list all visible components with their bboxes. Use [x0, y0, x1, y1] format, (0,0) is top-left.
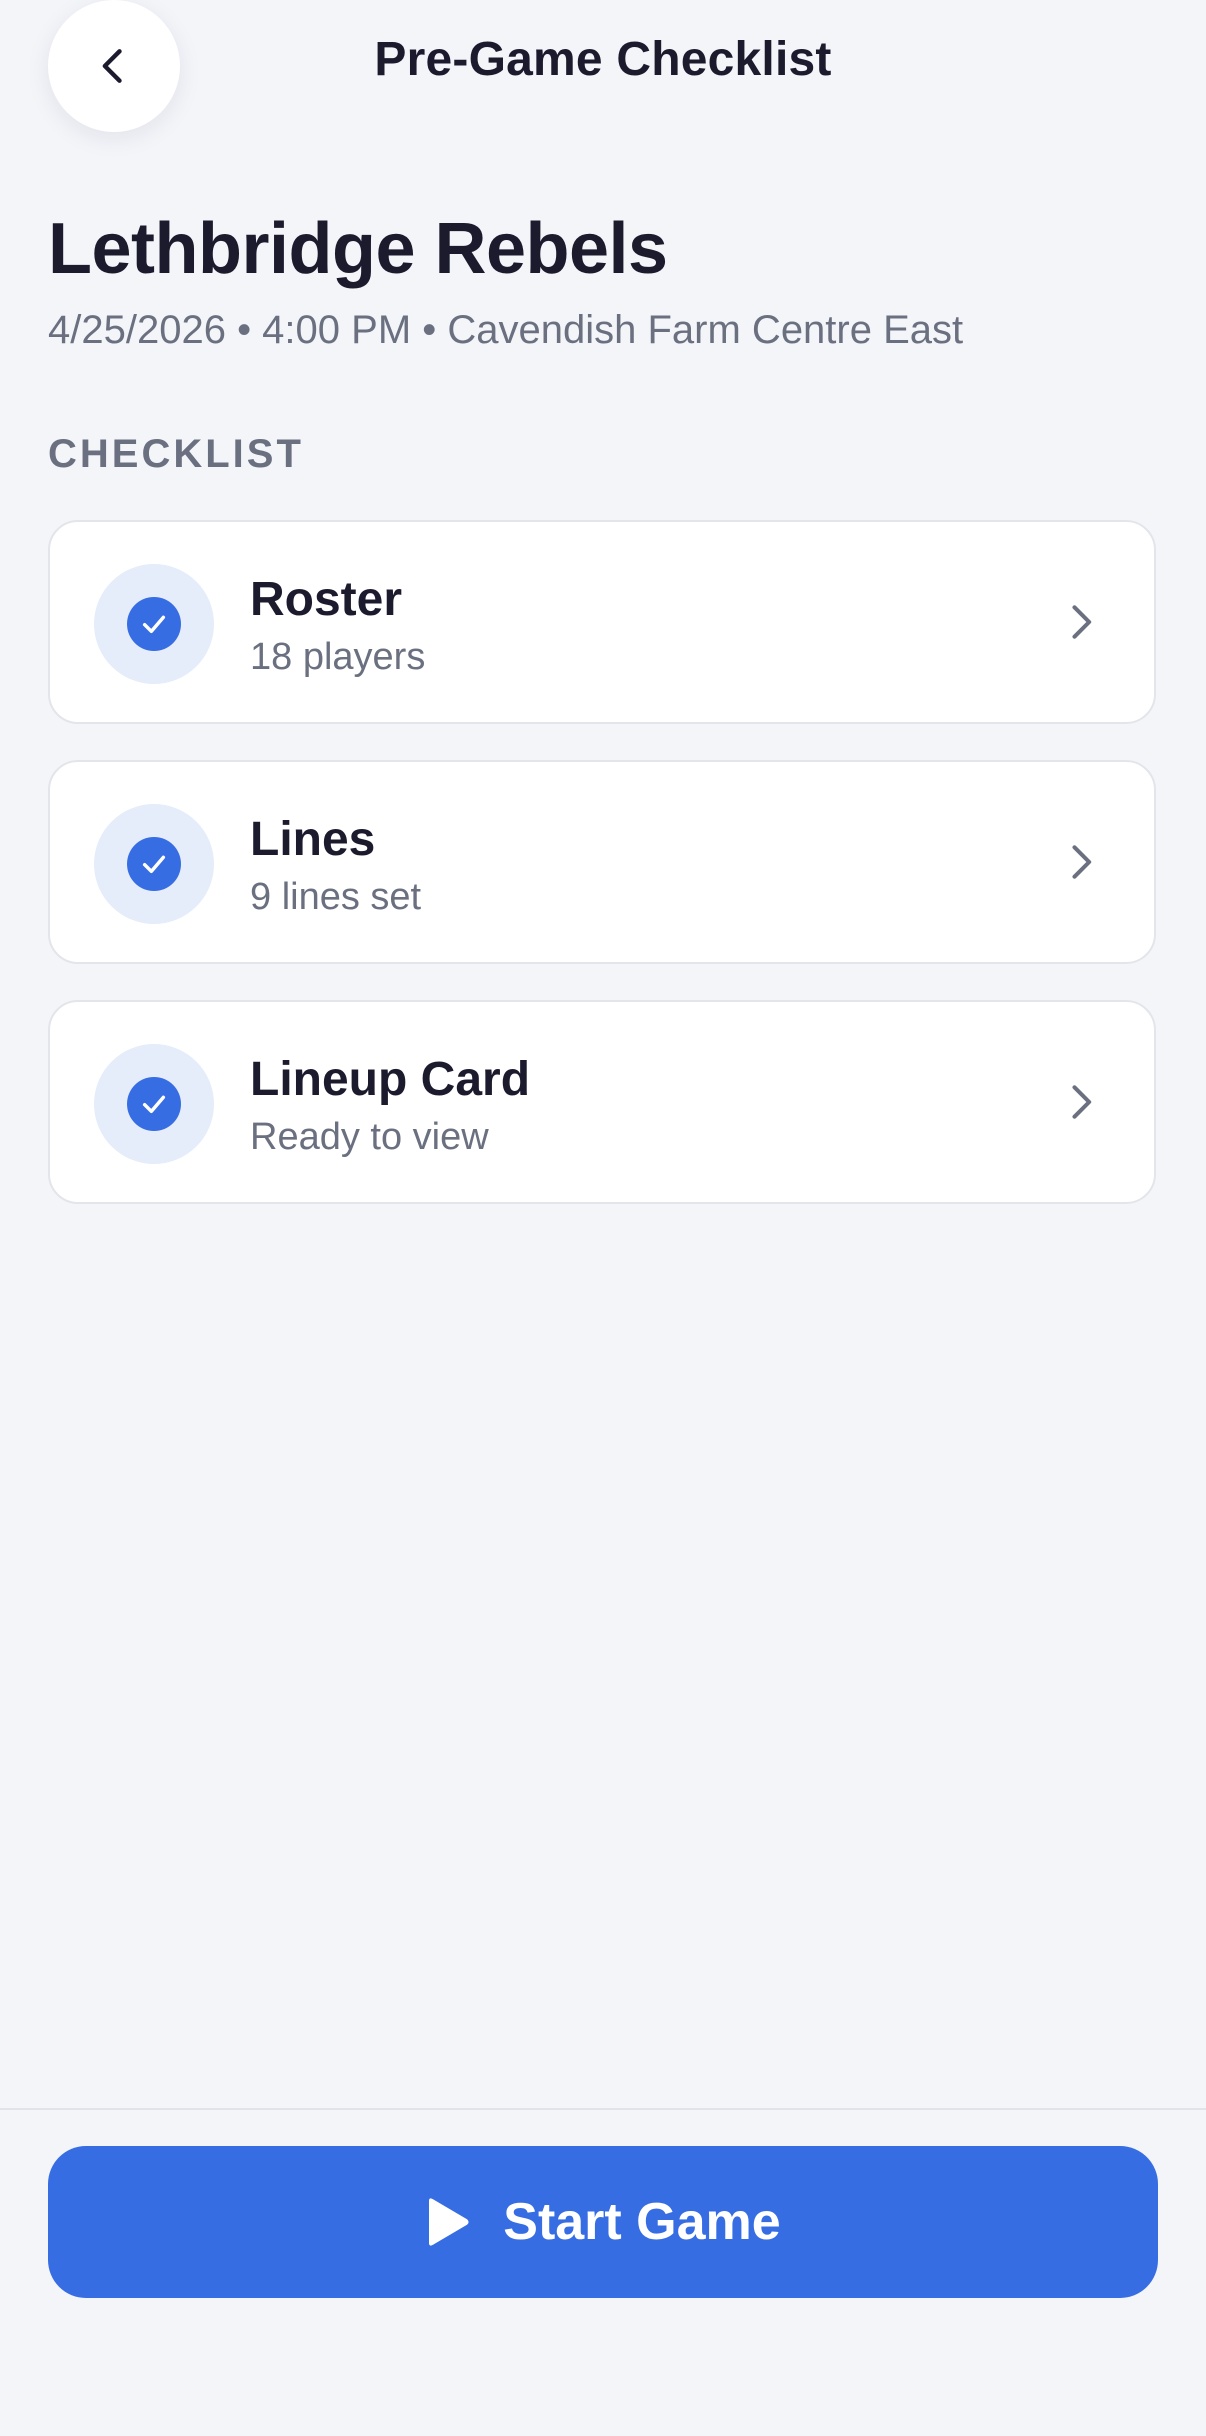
checkmark-icon: [142, 855, 166, 874]
checklist-item-title: Roster: [250, 573, 403, 626]
complete-badge: [127, 1077, 181, 1131]
status-indicator: [94, 564, 214, 684]
chevron-right-icon: [1072, 605, 1092, 639]
checkmark-icon: [142, 615, 166, 634]
checklist-item-subtitle: 18 players: [250, 636, 426, 678]
status-indicator: [94, 804, 214, 924]
checkmark-icon: [142, 1095, 166, 1114]
checklist-item-subtitle: 9 lines set: [250, 876, 422, 918]
checklist-item-lines[interactable]: Lines 9 lines set: [48, 760, 1156, 964]
game-details: 4/25/2026 • 4:00 PM • Cavendish Farm Cen…: [48, 308, 964, 352]
start-game-button[interactable]: Start Game: [48, 2146, 1158, 2298]
team-name: Lethbridge Rebels: [48, 209, 668, 289]
chevron-right-icon: [1072, 1085, 1092, 1119]
complete-badge: [127, 597, 181, 651]
checklist-item-subtitle: Ready to view: [250, 1116, 489, 1158]
chevron-right-icon: [1072, 845, 1092, 879]
checklist-item-lineup-card[interactable]: Lineup Card Ready to view: [48, 1000, 1156, 1204]
complete-badge: [127, 837, 181, 891]
footer-divider: [0, 2108, 1206, 2110]
checklist-item-title: Lines: [250, 813, 376, 866]
checklist-item-title: Lineup Card: [250, 1053, 531, 1106]
play-icon: [429, 2198, 469, 2246]
start-game-label: Start Game: [503, 2193, 781, 2251]
section-label-checklist: CHECKLIST: [48, 432, 304, 476]
page-title: Pre-Game Checklist: [374, 33, 832, 86]
status-indicator: [94, 1044, 214, 1164]
checklist-item-roster[interactable]: Roster 18 players: [48, 520, 1156, 724]
